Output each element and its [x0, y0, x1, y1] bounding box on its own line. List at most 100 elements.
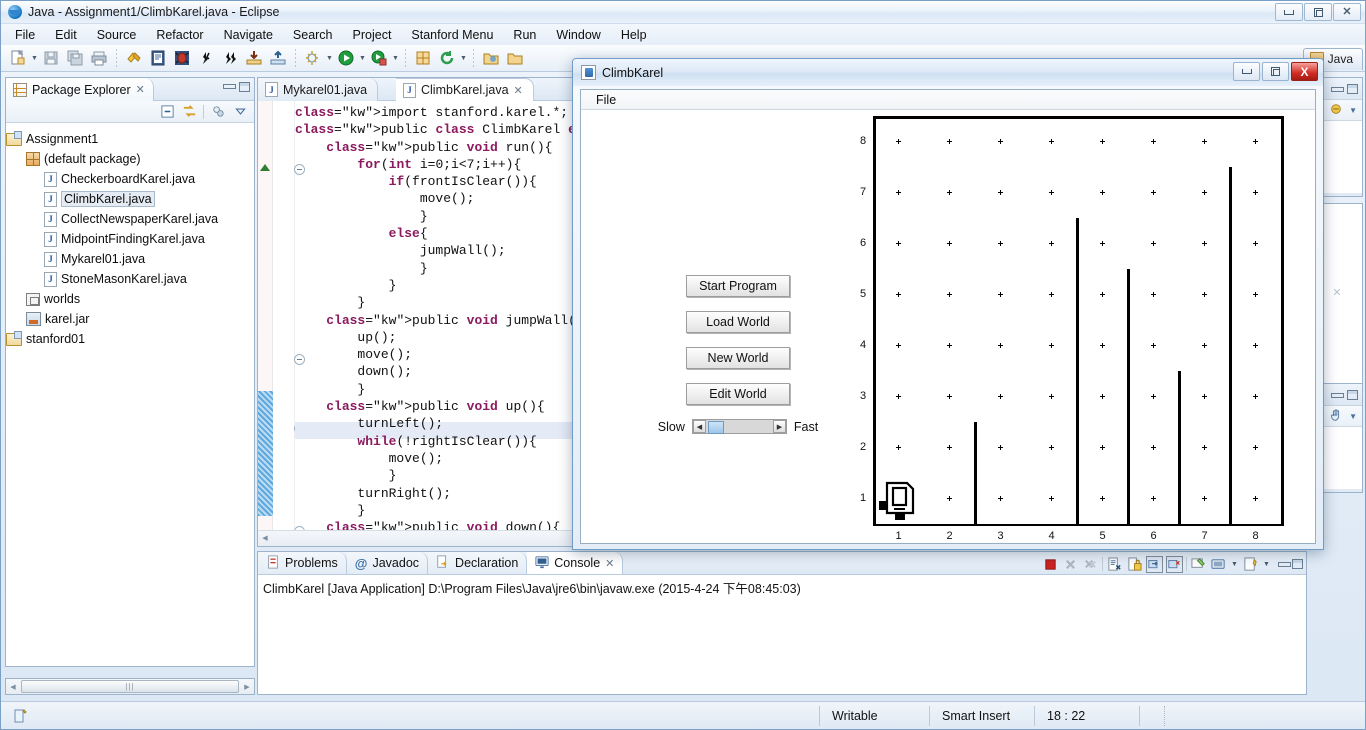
terminate-icon[interactable] — [1042, 556, 1059, 573]
menu-refactor[interactable]: Refactor — [147, 26, 212, 44]
scroll-right-icon[interactable]: ▶ — [240, 680, 254, 694]
tree-item-mykarel01-java[interactable]: J Mykarel01.java — [6, 249, 254, 269]
scroll-left-icon[interactable]: ◀ — [6, 680, 20, 694]
remove-all-terminated-icon[interactable] — [1082, 556, 1099, 573]
view-menu-filter-icon[interactable] — [210, 104, 226, 120]
view-menu-icon[interactable]: ▼ — [1349, 106, 1357, 115]
open-folder2-icon[interactable] — [504, 48, 526, 69]
scroll-left-icon[interactable]: ◀ — [258, 531, 272, 545]
run-icon[interactable] — [335, 48, 357, 69]
view-menu-icon[interactable] — [232, 104, 248, 120]
tab-javadoc[interactable]: @ Javadoc — [346, 552, 429, 574]
menu-run[interactable]: Run — [504, 26, 545, 44]
folding-gutter[interactable] — [273, 101, 305, 530]
tree-item-worlds[interactable]: worlds — [6, 289, 254, 309]
tree-item-climbkarel-java[interactable]: J ClimbKarel.java — [6, 189, 254, 209]
save-icon[interactable] — [40, 48, 62, 69]
minimize-button[interactable] — [1233, 62, 1260, 81]
menu-source[interactable]: Source — [88, 26, 146, 44]
view-menu-icon[interactable]: ▼ — [1349, 412, 1357, 421]
save-all-icon[interactable] — [64, 48, 86, 69]
scroll-thumb[interactable]: ||| — [21, 680, 239, 693]
tree-item-stonemasonkarel-java[interactable]: J StoneMasonKarel.java — [6, 269, 254, 289]
close-icon[interactable]: ✕ — [605, 557, 614, 570]
collapse-all-icon[interactable] — [159, 104, 175, 120]
maximize-icon[interactable] — [1292, 559, 1303, 569]
coverage-icon[interactable] — [368, 48, 390, 69]
close-button[interactable]: X — [1291, 62, 1318, 81]
refresh-dropdown-icon[interactable]: ▼ — [459, 48, 468, 68]
outline-icon[interactable] — [1329, 102, 1343, 119]
pin-console-icon[interactable] — [1146, 555, 1163, 573]
menu-navigate[interactable]: Navigate — [215, 26, 282, 44]
coverage-dropdown-icon[interactable]: ▼ — [391, 48, 400, 68]
display-selected-console-icon[interactable] — [1166, 555, 1183, 573]
menu-window[interactable]: Window — [547, 26, 609, 44]
tree-item-assignment1[interactable]: Assignment1 — [6, 129, 254, 149]
open-folder-icon[interactable] — [480, 48, 502, 69]
menu-search[interactable]: Search — [284, 26, 342, 44]
link-with-editor-icon[interactable] — [181, 104, 197, 120]
new-console-view-icon[interactable] — [1210, 556, 1227, 573]
new-dropdown-icon[interactable]: ▼ — [30, 48, 39, 68]
restore-button[interactable] — [1262, 62, 1289, 81]
debug-icon[interactable] — [171, 48, 193, 69]
new-class-dropdown-icon[interactable]: ▼ — [325, 48, 334, 68]
close-icon[interactable]: ✕ — [514, 84, 523, 97]
package-explorer-hscrollbar[interactable]: ◀ ||| ▶ — [5, 678, 255, 695]
maximize-icon[interactable] — [239, 82, 250, 92]
run-dropdown-icon[interactable]: ▼ — [358, 48, 367, 68]
tab-mykarel01[interactable]: J Mykarel01.java — [258, 78, 379, 101]
open-console-icon[interactable] — [1190, 556, 1207, 573]
maximize-icon[interactable] — [1347, 389, 1358, 400]
restore-button[interactable] — [1304, 3, 1332, 21]
tree-item-collectnewspaperkarel-java[interactable]: J CollectNewspaperKarel.java — [6, 209, 254, 229]
karel-world-canvas[interactable]: 1 2 3 4 5 6 7 8 1 2 3 4 5 6 7 8 — [581, 110, 1284, 542]
new-icon[interactable] — [7, 48, 29, 69]
refresh-icon[interactable] — [436, 48, 458, 69]
minimize-icon[interactable] — [1331, 391, 1344, 399]
new-class-icon[interactable] — [302, 48, 324, 69]
run-last-icon[interactable] — [195, 48, 217, 69]
console-body[interactable]: ClimbKarel [Java Application] D:\Program… — [258, 575, 1306, 694]
maximize-icon[interactable] — [1347, 83, 1358, 94]
menu-file[interactable]: File — [6, 26, 44, 44]
menu-project[interactable]: Project — [344, 26, 401, 44]
menu-help[interactable]: Help — [612, 26, 656, 44]
run-fast-icon[interactable] — [219, 48, 241, 69]
hand-icon[interactable] — [1329, 408, 1343, 425]
tab-climbkarel[interactable]: J ClimbKarel.java ✕ — [396, 78, 534, 101]
console-view-dropdown-icon[interactable]: ▼ — [1230, 554, 1239, 574]
menu-stanford-menu[interactable]: Stanford Menu — [402, 26, 502, 44]
close-icon[interactable]: ✕ — [136, 83, 145, 96]
import-icon[interactable] — [243, 48, 265, 69]
console-menu-icon[interactable]: ▼ — [1262, 554, 1271, 574]
tree-item-checkerboardkarel-java[interactable]: J CheckerboardKarel.java — [6, 169, 254, 189]
tree-item-midpointfindingkarel-java[interactable]: J MidpointFindingKarel.java — [6, 229, 254, 249]
tab-declaration[interactable]: Declaration — [428, 552, 528, 574]
minimize-button[interactable] — [1275, 3, 1303, 21]
tree-item-stanford01[interactable]: stanford01 — [6, 329, 254, 349]
minimize-icon[interactable] — [1331, 85, 1344, 93]
menu-edit[interactable]: Edit — [46, 26, 86, 44]
tab-package-explorer[interactable]: Package Explorer ✕ — [6, 78, 154, 101]
export-icon[interactable] — [267, 48, 289, 69]
open-type-icon[interactable] — [147, 48, 169, 69]
java-app-icon — [581, 65, 596, 80]
remove-launch-icon[interactable] — [1062, 556, 1079, 573]
tree-item-default-package[interactable]: (default package) — [6, 149, 254, 169]
search-icon[interactable] — [412, 48, 434, 69]
clear-console-icon[interactable] — [1106, 556, 1123, 573]
menu-file[interactable]: File — [590, 92, 622, 108]
scroll-lock-icon[interactable] — [1126, 556, 1143, 573]
minimize-icon[interactable] — [223, 82, 236, 90]
minimize-icon[interactable] — [1278, 560, 1291, 568]
print-icon[interactable] — [88, 48, 110, 69]
open-console-dropdown-icon[interactable] — [1242, 556, 1259, 573]
close-button[interactable]: ✕ — [1333, 3, 1361, 21]
tab-problems[interactable]: Problems — [258, 552, 347, 574]
status-writable: Writable — [819, 705, 929, 726]
build-icon[interactable] — [123, 48, 145, 69]
tab-console[interactable]: Console ✕ — [527, 552, 624, 574]
tree-item-karel-jar[interactable]: karel.jar — [6, 309, 254, 329]
